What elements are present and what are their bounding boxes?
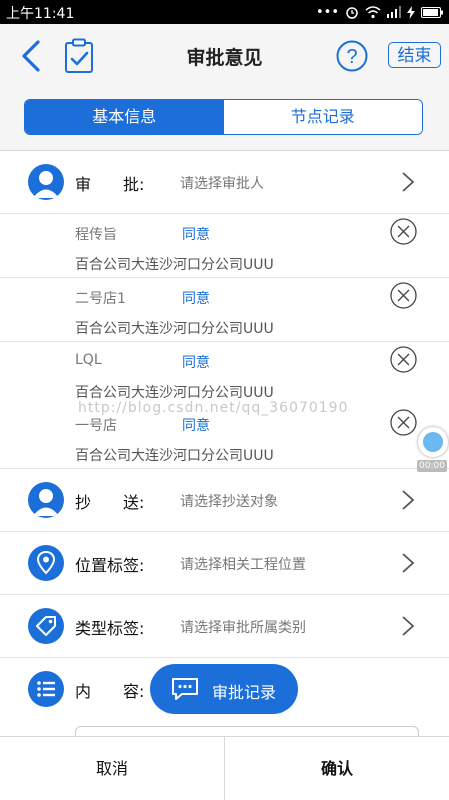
approver-org: 百合公司大连沙河口分公司UUU [75, 257, 274, 273]
list-icon [28, 671, 64, 707]
watermark: http://blog.csdn.net/qq_36070190 [78, 400, 349, 416]
wifi-icon [365, 5, 381, 18]
location-pin-icon [28, 545, 64, 581]
approval-records-label: 审批记录 [212, 683, 277, 702]
content-label: 内 容: [75, 682, 145, 701]
approver-name: 二号店1 [75, 291, 126, 307]
approval-records-button[interactable]: 审批记录 [150, 664, 298, 714]
type-placeholder: 请选择审批所属类别 [180, 620, 306, 636]
battery-icon [421, 6, 443, 18]
cancel-button[interactable]: 取消 [0, 737, 224, 800]
alarm-icon [346, 7, 358, 19]
approver-row[interactable]: 审 批: 请选择审批人 [0, 151, 449, 214]
more-dots-icon: ••• [315, 4, 339, 20]
approval-item: 二号店1 同意 百合公司大连沙河口分公司UUU [0, 278, 449, 342]
tab-bar: 基本信息 节点记录 [24, 99, 423, 135]
status-icons: ••• [316, 2, 443, 22]
chevron-right-icon [402, 553, 415, 573]
type-row[interactable]: 类型标签: 请选择审批所属类别 [0, 595, 449, 658]
approver-name: 程传旨 [75, 227, 117, 243]
approval-status: 同意 [182, 355, 210, 371]
floating-assistive-button[interactable] [418, 427, 448, 457]
cc-label: 抄 送: [75, 493, 145, 512]
approval-status: 同意 [182, 227, 210, 243]
approver-name: LQL [75, 352, 102, 368]
cc-row[interactable]: 抄 送: 请选择抄送对象 [0, 469, 449, 532]
tag-icon [28, 608, 64, 644]
approver-placeholder: 请选择审批人 [180, 176, 264, 192]
person-icon [28, 482, 64, 518]
remove-circle-icon[interactable] [390, 218, 417, 245]
status-bar: 上午11:41 ••• [0, 0, 449, 24]
approver-org: 百合公司大连沙河口分公司UUU [75, 448, 274, 464]
type-label: 类型标签: [75, 619, 145, 638]
tab-bar-container: 基本信息 节点记录 [0, 88, 449, 151]
floating-timer: 00:00 [417, 460, 447, 472]
remove-circle-icon[interactable] [390, 409, 417, 436]
remove-circle-icon[interactable] [390, 282, 417, 309]
location-placeholder: 请选择相关工程位置 [180, 557, 306, 573]
location-label: 位置标签: [75, 556, 145, 575]
bottom-action-bar: 取消 确认 [0, 736, 449, 800]
approver-org: 百合公司大连沙河口分公司UUU [75, 321, 274, 337]
person-icon [28, 164, 64, 200]
finish-button[interactable]: 结束 [388, 42, 441, 68]
signal-icon [387, 6, 401, 18]
location-row[interactable]: 位置标签: 请选择相关工程位置 [0, 532, 449, 595]
chevron-right-icon [402, 172, 415, 192]
chevron-right-icon [402, 616, 415, 636]
help-icon[interactable]: ? [336, 40, 368, 72]
remove-circle-icon[interactable] [390, 346, 417, 373]
tab-node-records[interactable]: 节点记录 [223, 100, 422, 134]
approver-org: 百合公司大连沙河口分公司UUU [75, 385, 274, 401]
approval-item: 程传旨 同意 百合公司大连沙河口分公司UUU [0, 214, 449, 278]
header: 审批意见 ? 结束 [0, 24, 449, 88]
approval-status: 同意 [182, 418, 210, 434]
page-title: 审批意见 [186, 47, 263, 69]
approval-status: 同意 [182, 291, 210, 307]
approver-name: 一号店 [75, 418, 117, 434]
confirm-button[interactable]: 确认 [224, 737, 449, 800]
status-time: 上午11:41 [6, 6, 75, 22]
svg-text:?: ? [346, 46, 357, 68]
cc-placeholder: 请选择抄送对象 [180, 494, 278, 510]
approval-item: LQL 同意 百合公司大连沙河口分公司UUU [0, 342, 449, 406]
chat-bubble-icon [172, 678, 198, 700]
tab-basic-info[interactable]: 基本信息 [25, 100, 224, 134]
approver-label: 审 批: [75, 175, 145, 194]
chevron-right-icon [402, 490, 415, 510]
charging-icon [407, 5, 415, 19]
